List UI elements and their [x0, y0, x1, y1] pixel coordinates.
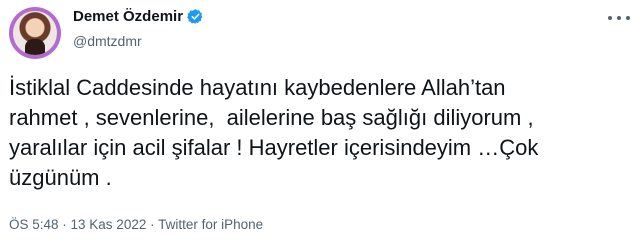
author-name-row[interactable]: Demet Özdemir — [73, 8, 204, 25]
tweet-card: Demet Özdemir @dmtzdmr İstiklal Caddesin… — [0, 0, 640, 244]
more-dot — [617, 16, 621, 20]
tweet-client[interactable]: Twitter for iPhone — [158, 217, 263, 232]
tweet-time[interactable]: ÖS 5:48 — [9, 217, 59, 232]
avatar-image — [13, 11, 57, 55]
tweet-text-line: yaralılar için acil şifalar ! Hayretler … — [9, 135, 539, 160]
user-handle[interactable]: @dmtzdmr — [73, 33, 142, 49]
tweet-date[interactable]: 13 Kas 2022 — [71, 217, 147, 232]
display-name[interactable]: Demet Özdemir — [73, 8, 183, 25]
tweet-text: İstiklal Caddesinde hayatını kaybedenler… — [9, 73, 629, 193]
more-dot — [626, 16, 630, 20]
more-options-icon[interactable] — [608, 11, 630, 25]
tweet-text-line: İstiklal Caddesinde hayatını kaybedenler… — [9, 75, 506, 100]
verified-badge-icon — [187, 9, 203, 24]
more-dot — [608, 16, 612, 20]
tweet-text-line: rahmet , sevenlerine, ailelerine baş sağ… — [9, 105, 534, 130]
meta-separator: · — [146, 217, 159, 232]
meta-separator: · — [58, 217, 71, 232]
tweet-metadata: ÖS 5:48 · 13 Kas 2022 · Twitter for iPho… — [9, 217, 263, 232]
tweet-text-line: üzgünüm . — [9, 165, 112, 190]
avatar[interactable] — [9, 7, 61, 59]
